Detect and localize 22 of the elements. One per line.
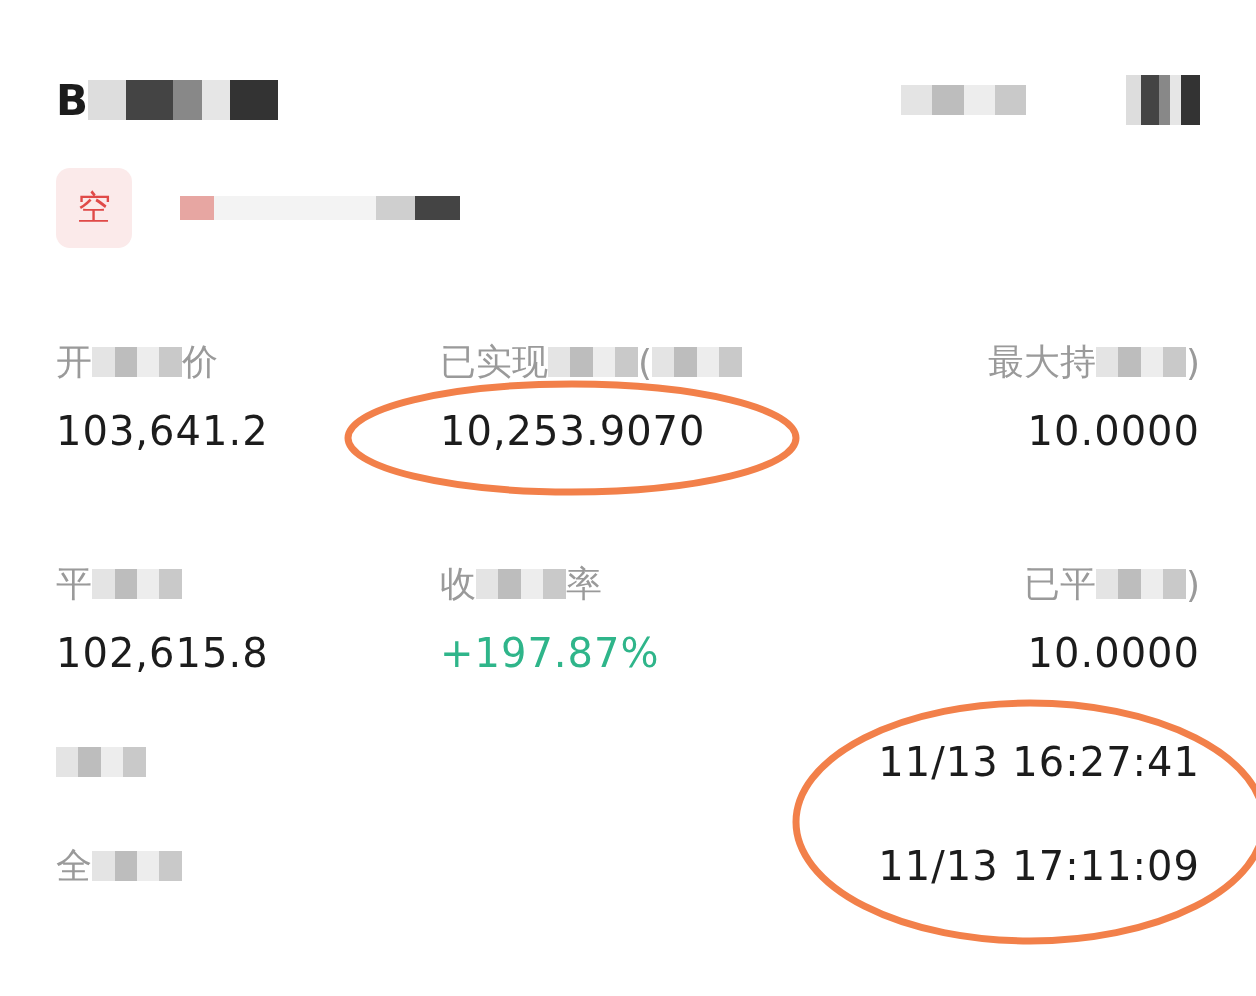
stat-value: +197.87%	[440, 630, 661, 676]
stat-label: 收	[440, 561, 476, 606]
stat-label: )	[1185, 341, 1200, 383]
stat-label: 已实现	[440, 339, 548, 384]
stat-label: (	[638, 341, 653, 383]
stat-label: 开	[56, 339, 92, 384]
stat-label: 已平	[1023, 561, 1096, 606]
stat-label: )	[1185, 563, 1200, 605]
stat-label: 率	[566, 561, 602, 606]
stat-value: 103,641.2	[56, 408, 270, 454]
stat-value: 102,615.8	[56, 630, 270, 676]
time-value: 11/13 17:11:09	[878, 843, 1200, 889]
stat-value: 10,253.9070	[440, 408, 707, 454]
stat-value: 10.0000	[1027, 630, 1200, 676]
short-badge: 空	[56, 168, 132, 248]
time-label: 全	[56, 843, 92, 888]
stat-label: 最大持	[987, 339, 1096, 384]
symbol-title: B	[56, 75, 88, 125]
stat-label: 价	[182, 339, 218, 384]
time-value: 11/13 16:27:41	[878, 739, 1200, 785]
stat-label: 平	[56, 561, 92, 606]
stat-value: 10.0000	[1027, 408, 1200, 454]
